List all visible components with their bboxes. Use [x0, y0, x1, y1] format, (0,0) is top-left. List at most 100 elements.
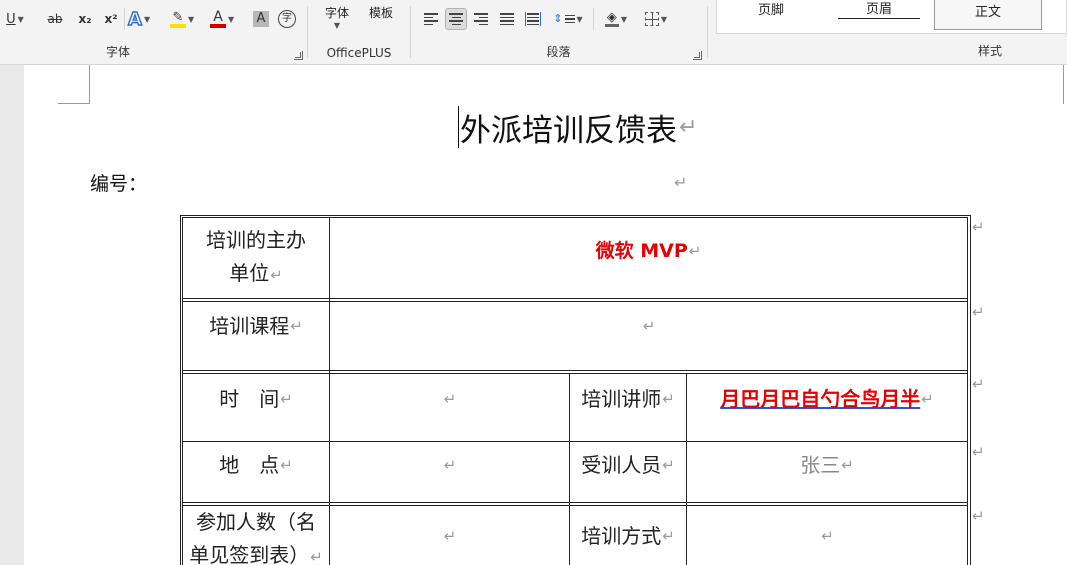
- trainee-value: 张三: [800, 452, 841, 477]
- course-value-cell[interactable]: ↵: [330, 302, 967, 350]
- text-effects-button[interactable]: A ▼: [127, 8, 151, 30]
- font-color-icon: A: [210, 10, 226, 28]
- paragraph-mark: ↵: [290, 316, 303, 335]
- officeplus-font-button[interactable]: 字体 ▼: [322, 4, 352, 30]
- style-normal[interactable]: 正文: [934, 0, 1042, 30]
- justify-button[interactable]: [497, 8, 517, 30]
- row-end-mark: ↵: [972, 443, 985, 461]
- style-footer-label: 页脚: [757, 2, 784, 18]
- paragraph-mark: ↵: [642, 316, 656, 335]
- lecturer-value: 月巴月巴自勺合鸟月半: [720, 386, 921, 411]
- highlight-button[interactable]: ✎ ▼: [170, 8, 194, 30]
- row-end-mark: ↵: [972, 303, 985, 321]
- document-page[interactable]: 外派培训反馈表 ↵ 编号： ↵ 培训的主办单位↵ 微软 MVP ↵ 培训课程 ↵…: [24, 65, 1067, 565]
- line-spacing-icon: ⇕: [553, 12, 575, 26]
- align-center-button[interactable]: [445, 8, 467, 30]
- styles-group-label: 样式: [977, 44, 1002, 58]
- chevron-down-icon: ▼: [228, 14, 235, 24]
- paragraph-mark: ↵: [674, 173, 688, 192]
- line-spacing-button[interactable]: ⇕ ▼: [551, 8, 585, 30]
- time-label-cell[interactable]: 时 间 ↵: [183, 374, 329, 424]
- trainee-value-cell[interactable]: 张三 ↵: [687, 442, 967, 488]
- justify-icon: [500, 12, 514, 26]
- underline-button[interactable]: U ▼: [6, 8, 24, 30]
- paragraph-mark: ↵: [688, 241, 702, 260]
- paragraph-mark: ↵: [443, 455, 457, 474]
- organizer-value-cell[interactable]: 微软 MVP ↵: [330, 218, 967, 284]
- table-border: [182, 502, 968, 503]
- style-header-label: 页眉: [837, 0, 920, 19]
- highlight-icon: ✎: [170, 11, 186, 28]
- paint-bucket-icon: ◈: [604, 9, 619, 27]
- trainee-label-cell[interactable]: 受训人员 ↵: [570, 442, 686, 488]
- chevron-down-icon: ▼: [576, 14, 583, 24]
- char-shading-icon: A: [253, 11, 269, 27]
- officeplus-template-button[interactable]: 模板: [364, 4, 398, 21]
- course-label-cell[interactable]: 培训课程 ↵: [183, 302, 329, 350]
- superscript-button[interactable]: x²: [102, 8, 120, 30]
- lecturer-value-cell[interactable]: 月巴月巴自勺合鸟月半 ↵: [687, 374, 967, 424]
- styles-gallery: 页脚 页眉 正文: [716, 0, 1067, 34]
- paragraph-mark: ↵: [662, 455, 675, 474]
- strikethrough-icon: ab: [47, 12, 63, 26]
- enclose-char-button[interactable]: 字: [278, 8, 296, 30]
- font-group: U ▼ ab x₂ x² A ▼ ✎ ▼ A ▼ A 字 字体: [0, 0, 307, 64]
- paragraph-mark: ↵: [443, 526, 457, 545]
- style-header[interactable]: 页眉: [827, 0, 931, 24]
- time-label: 时 间: [219, 386, 280, 411]
- organizer-label: 培训的主办单位↵: [206, 228, 306, 285]
- table-border: [967, 217, 968, 565]
- strikethrough-button[interactable]: ab: [46, 8, 64, 30]
- method-value-cell[interactable]: ↵: [687, 506, 967, 565]
- document-title[interactable]: 外派培训反馈表 ↵: [458, 103, 697, 151]
- text-cursor: [458, 106, 459, 148]
- font-dialog-launcher-icon[interactable]: [294, 51, 303, 60]
- align-left-button[interactable]: [421, 8, 441, 30]
- paragraph-mark: ↵: [443, 389, 457, 408]
- font-color-button[interactable]: A ▼: [210, 8, 234, 30]
- paragraph-dialog-launcher-icon[interactable]: [693, 51, 702, 60]
- officeplus-template-label: 模板: [368, 6, 393, 20]
- align-right-button[interactable]: [471, 8, 491, 30]
- margin-corner-mark: [58, 65, 90, 104]
- count-label-cell[interactable]: 参加人数（名单见签到表）↵: [183, 506, 329, 565]
- paragraph-mark: ↵: [821, 526, 834, 545]
- serial-number-label[interactable]: 编号：: [90, 169, 147, 196]
- count-value-cell[interactable]: ↵: [330, 506, 569, 565]
- document-area: 外派培训反馈表 ↵ 编号： ↵ 培训的主办单位↵ 微软 MVP ↵ 培训课程 ↵…: [0, 65, 1067, 565]
- paragraph-mark: ↵: [921, 389, 934, 408]
- place-label: 地 点: [219, 452, 280, 477]
- distributed-button[interactable]: [523, 8, 543, 30]
- time-value-cell[interactable]: ↵: [330, 374, 569, 424]
- paragraph-mark: ↵: [662, 526, 675, 545]
- style-normal-label: 正文: [974, 4, 1001, 20]
- char-shading-button[interactable]: A: [252, 8, 270, 30]
- row-end-mark: ↵: [972, 507, 985, 525]
- organizer-value: 微软 MVP: [595, 239, 688, 262]
- row-end-mark: ↵: [972, 218, 985, 236]
- lecturer-label-cell[interactable]: 培训讲师 ↵: [570, 374, 686, 424]
- paragraph-mark: ↵: [679, 114, 698, 140]
- chevron-down-icon: ▼: [17, 14, 24, 24]
- trainee-label: 受训人员: [581, 452, 662, 477]
- align-right-icon: [474, 12, 488, 26]
- lecturer-label: 培训讲师: [581, 386, 662, 411]
- place-value-cell[interactable]: ↵: [330, 442, 569, 488]
- subscript-button[interactable]: x₂: [76, 8, 94, 30]
- style-footer[interactable]: 页脚: [717, 0, 825, 24]
- margin-corner-mark: [1063, 65, 1067, 104]
- course-label: 培训课程: [209, 313, 290, 338]
- separator: [593, 8, 594, 30]
- method-label-cell[interactable]: 培训方式 ↵: [570, 506, 686, 565]
- separator: [707, 6, 708, 58]
- count-label: 参加人数（名单见签到表）↵: [189, 510, 323, 565]
- organizer-label-cell[interactable]: 培训的主办单位↵: [183, 218, 329, 298]
- chevron-down-icon: ▼: [143, 14, 151, 24]
- paragraph-mark: ↵: [280, 455, 293, 474]
- borders-button[interactable]: ▼: [639, 8, 673, 30]
- place-label-cell[interactable]: 地 点 ↵: [183, 442, 329, 488]
- shading-button[interactable]: ◈ ▼: [599, 8, 633, 30]
- text-effects-icon: A: [127, 8, 142, 30]
- method-label: 培训方式: [581, 523, 662, 548]
- document-title-text: 外派培训反馈表: [460, 112, 677, 149]
